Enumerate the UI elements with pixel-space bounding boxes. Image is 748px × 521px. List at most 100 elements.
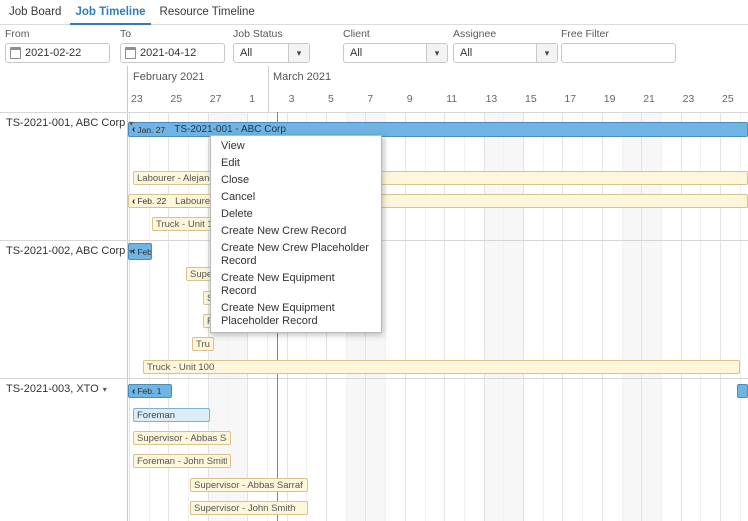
resource-bar[interactable]: Foreman - John Smith [133,454,231,468]
day-tick-label: 3 [288,93,295,105]
resource-bar[interactable]: Supervisor - Abbas Sarraf [133,431,231,445]
bar-label: Supervisor - Abbas Sarraf [194,479,303,491]
day-tick-label: 5 [328,93,334,105]
client-select[interactable]: All ▾ [343,43,448,63]
resource-bar[interactable]: Truck - Unit 100 [192,337,214,351]
caret-down-icon: ▾ [129,119,134,128]
filter-assignee-label: Assignee [453,28,497,40]
client-value: All [350,47,363,59]
resource-bar[interactable]: Truck - Unit 100 [143,360,740,374]
filter-client-label: Client [343,28,370,40]
resource-bar[interactable]: Supervisor - John Smith [190,501,308,515]
bar-date-label: Feb. 22 [137,196,167,206]
menu-item-cancel[interactable]: Cancel [211,189,381,206]
menu-item-edit[interactable]: Edit [211,155,381,172]
filter-free: Free Filter [561,28,676,63]
job-row-label[interactable]: TS-2021-003, XTO ▾ [6,383,107,395]
bar-label: Foreman [137,409,176,421]
job-row-label[interactable]: TS-2021-002, ABC Corp ▾ [6,245,133,257]
month-divider [268,66,269,112]
menu-item-view[interactable]: View [211,138,381,155]
job-row-label-text: TS-2021-002, ABC Corp [6,245,126,257]
filter-bar: From To Job Status All ▾ Client All [0,25,748,67]
day-tick-label: 23 [682,93,695,105]
bar-label: Supervisor - Abbas Sarraf [137,432,227,444]
continues-left-icon: ‹ [132,195,136,207]
menu-item-close[interactable]: Close [211,172,381,189]
day-tick-label: 13 [485,93,498,105]
caret-down-icon: ▾ [102,385,107,394]
chevron-down-icon[interactable]: ▾ [288,44,309,62]
job-row-label[interactable]: TS-2021-001, ABC Corp ▾ [6,117,133,129]
continues-left-icon: ‹ [132,385,136,397]
day-tick-label: 9 [406,93,413,105]
day-tick-label: 17 [564,93,577,105]
resource-bar[interactable]: Foreman [133,408,210,422]
calendar-icon [10,47,21,59]
row-separator [0,378,748,379]
job-status-value: All [240,47,253,59]
month-label: February 2021 [133,71,205,83]
bar-label: Truck - Unit 100 [196,338,210,350]
day-tick-label: 23 [131,93,143,105]
day-tick-label: 1 [249,93,256,105]
day-tick-label: 15 [525,93,537,105]
job-bar[interactable] [737,384,748,398]
bar-date-label: Jan. 27 [137,124,166,135]
assignee-select[interactable]: All ▾ [453,43,558,63]
bar-label: Truck - Unit 100 [147,361,215,373]
filter-to: To [120,28,225,63]
bar-label: Supervisor - John Smith [194,502,296,514]
from-date-input[interactable] [5,43,110,63]
day-tick-label: 27 [209,93,222,105]
menu-item-create-new-equipment-placeholder-record[interactable]: Create New Equipment Placeholder Record [211,300,381,330]
filter-from-label: From [5,28,30,40]
context-menu: View Edit Close Cancel Delete Create New Crew… [210,135,382,333]
day-tick-label: 25 [170,93,183,105]
to-date-field[interactable] [140,47,220,59]
assignee-value: All [460,47,473,59]
job-list-panel [0,66,128,521]
month-label: March 2021 [273,71,332,83]
day-tick-label: 25 [722,93,734,105]
tab-job-board[interactable]: Job Board [2,0,68,24]
menu-item-delete[interactable]: Delete [211,206,381,223]
menu-item-create-new-equipment-record[interactable]: Create New Equipment Record [211,270,381,300]
job-row-label-text: TS-2021-003, XTO [6,383,99,395]
chevron-down-icon[interactable]: ▾ [426,44,447,62]
job-bar[interactable]: ‹Feb. 1TS-2021-003 [128,384,172,398]
calendar-icon [125,47,136,59]
chevron-down-icon[interactable]: ▾ [536,44,557,62]
job-status-select[interactable]: All ▾ [233,43,310,63]
caret-down-icon: ▾ [129,247,134,256]
grid-line [129,112,130,521]
job-row-label-text: TS-2021-001, ABC Corp [6,117,126,129]
day-tick-label: 21 [643,93,655,105]
bar-label: Foreman - John Smith [137,455,227,467]
resource-bar[interactable]: Supervisor - Abbas Sarraf [190,478,308,492]
filter-free-label: Free Filter [561,28,609,40]
free-filter-input[interactable] [561,43,676,63]
filter-client: Client All ▾ [343,28,448,63]
bar-date-label: Feb. 1 [137,386,162,396]
from-date-field[interactable] [25,47,105,59]
bar-label: TS-2021-001 - ABC Corp [174,124,286,135]
filter-job-status: Job Status All ▾ [233,28,310,63]
filter-assignee: Assignee All ▾ [453,28,558,63]
bar-date-label: Feb. [137,246,152,257]
day-tick-label: 19 [603,93,616,105]
gantt-timeline: February 2021 March 2021 23 25 27 1 3 5 7 9 11 13 15… [0,66,748,521]
to-date-input[interactable] [120,43,225,63]
job-scheduler-app: Job Board Job Timeline Resource Timeline F… [0,0,748,521]
tab-resource-timeline[interactable]: Resource Timeline [153,0,262,24]
day-tick-label: 7 [367,93,374,105]
filter-to-label: To [120,28,132,40]
day-tick-label: 11 [446,93,458,105]
menu-item-create-new-crew-placeholder-record[interactable]: Create New Crew Placeholder Record [211,240,381,270]
tab-bar: Job Board Job Timeline Resource Timeline [0,0,748,25]
filter-from: From [5,28,110,63]
filter-job-status-label: Job Status [233,28,283,40]
tab-job-timeline[interactable]: Job Timeline [68,0,152,25]
menu-item-create-new-crew-record[interactable]: Create New Crew Record [211,223,381,240]
row-separator [0,112,748,113]
